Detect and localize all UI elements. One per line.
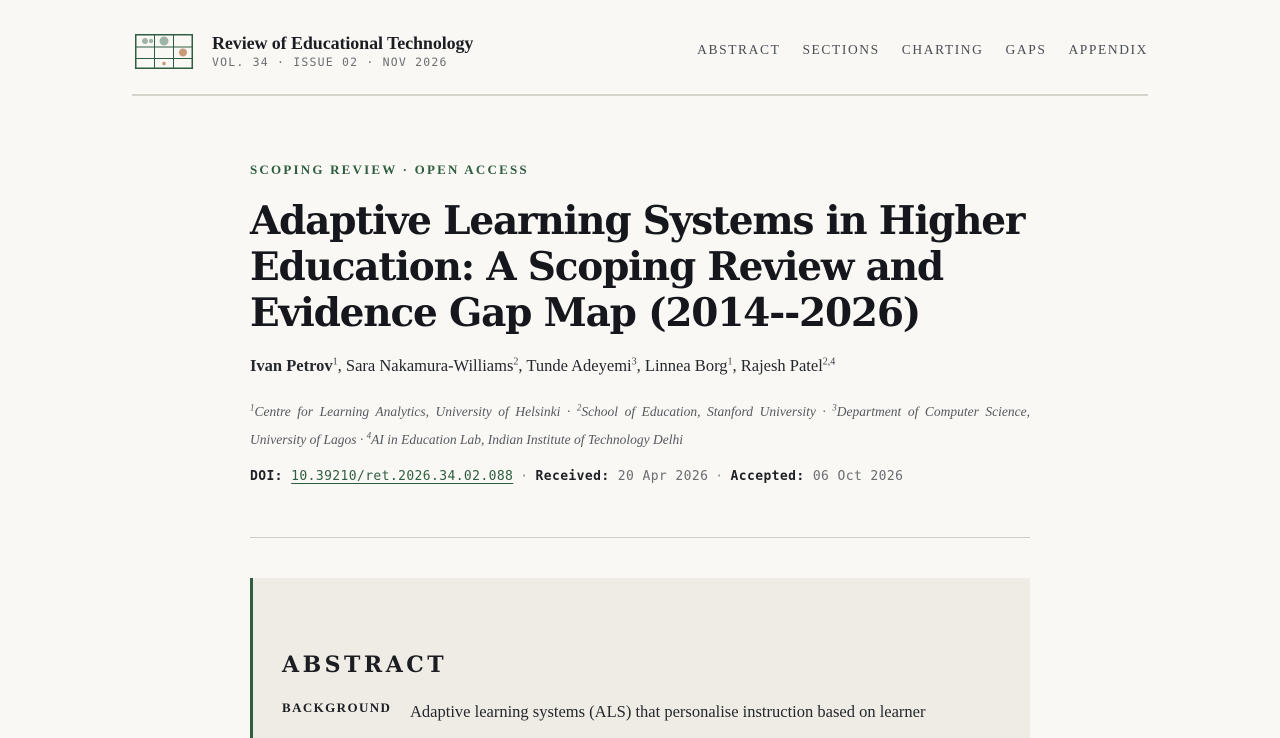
journal-issue-meta: VOL. 34 · ISSUE 02 · NOV 2026 (212, 55, 448, 69)
accepted-date: 06 Oct 2026 (812, 469, 904, 484)
publication-meta: DOI: 10.39210/ret.2026.34.02.088 · Receive… (250, 469, 1030, 484)
author-affil-sup: 1 (332, 356, 338, 368)
author-affil-sup: 2 (513, 356, 519, 368)
meta-separator: · (520, 469, 529, 484)
affiliation: AI in Education Lab, Indian Institute of… (371, 432, 683, 447)
abstract-heading: ABSTRACT (282, 652, 448, 678)
doi-label: DOI: (250, 469, 283, 484)
accepted-label: Accepted: (730, 469, 805, 484)
article-title: Adaptive Learning Systems in Higher Educ… (250, 198, 1025, 336)
site-header: Review of Educational Technology VOL. 34… (132, 0, 1148, 96)
nav-appendix[interactable]: APPENDIX (1068, 42, 1148, 58)
author-name[interactable]: Ivan Petrov (250, 356, 333, 375)
abstract-background-label: BACKGROUND (282, 700, 392, 715)
meta-separator: · (715, 469, 724, 484)
journal-grid-logo-icon[interactable] (135, 34, 193, 69)
article-kicker: SCOPING REVIEW · OPEN ACCESS (250, 162, 529, 177)
section-divider (250, 537, 1030, 538)
author-affil-sup: 2,4 (822, 356, 836, 368)
abstract-background-text: Adaptive learning systems (ALS) that per… (410, 702, 926, 721)
author-name[interactable]: Sara Nakamura-Williams (346, 356, 513, 375)
nav-gaps[interactable]: GAPS (1006, 42, 1047, 58)
affiliation: School of Education, Stanford University (581, 404, 816, 419)
author-name[interactable]: Tunde Adeyemi (526, 356, 631, 375)
author-name[interactable]: Linnea Borg (645, 356, 728, 375)
author-list: Ivan Petrov1, Sara Nakamura-Williams2, T… (250, 356, 836, 375)
nav-sections[interactable]: SECTIONS (802, 42, 879, 58)
author-affil-sup: 1 (727, 356, 733, 368)
author-affil-sup: 3 (631, 356, 637, 368)
journal-name[interactable]: Review of Educational Technology (212, 33, 473, 54)
affiliation: Centre for Learning Analytics, Universit… (254, 404, 561, 419)
doi-link[interactable]: 10.39210/ret.2026.34.02.088 (291, 469, 513, 484)
received-date: 20 Apr 2026 (617, 469, 709, 484)
received-label: Received: (535, 469, 610, 484)
nav-abstract[interactable]: ABSTRACT (697, 42, 780, 58)
top-nav: ABSTRACT SECTIONS CHARTING GAPS APPENDIX (675, 42, 1148, 58)
nav-charting[interactable]: CHARTING (902, 42, 984, 58)
abstract-section: ABSTRACT BACKGROUND Adaptive learning sy… (250, 578, 1030, 738)
affiliations: 1Centre for Learning Analytics, Universi… (250, 402, 1031, 447)
author-name[interactable]: Rajesh Patel (741, 356, 823, 375)
